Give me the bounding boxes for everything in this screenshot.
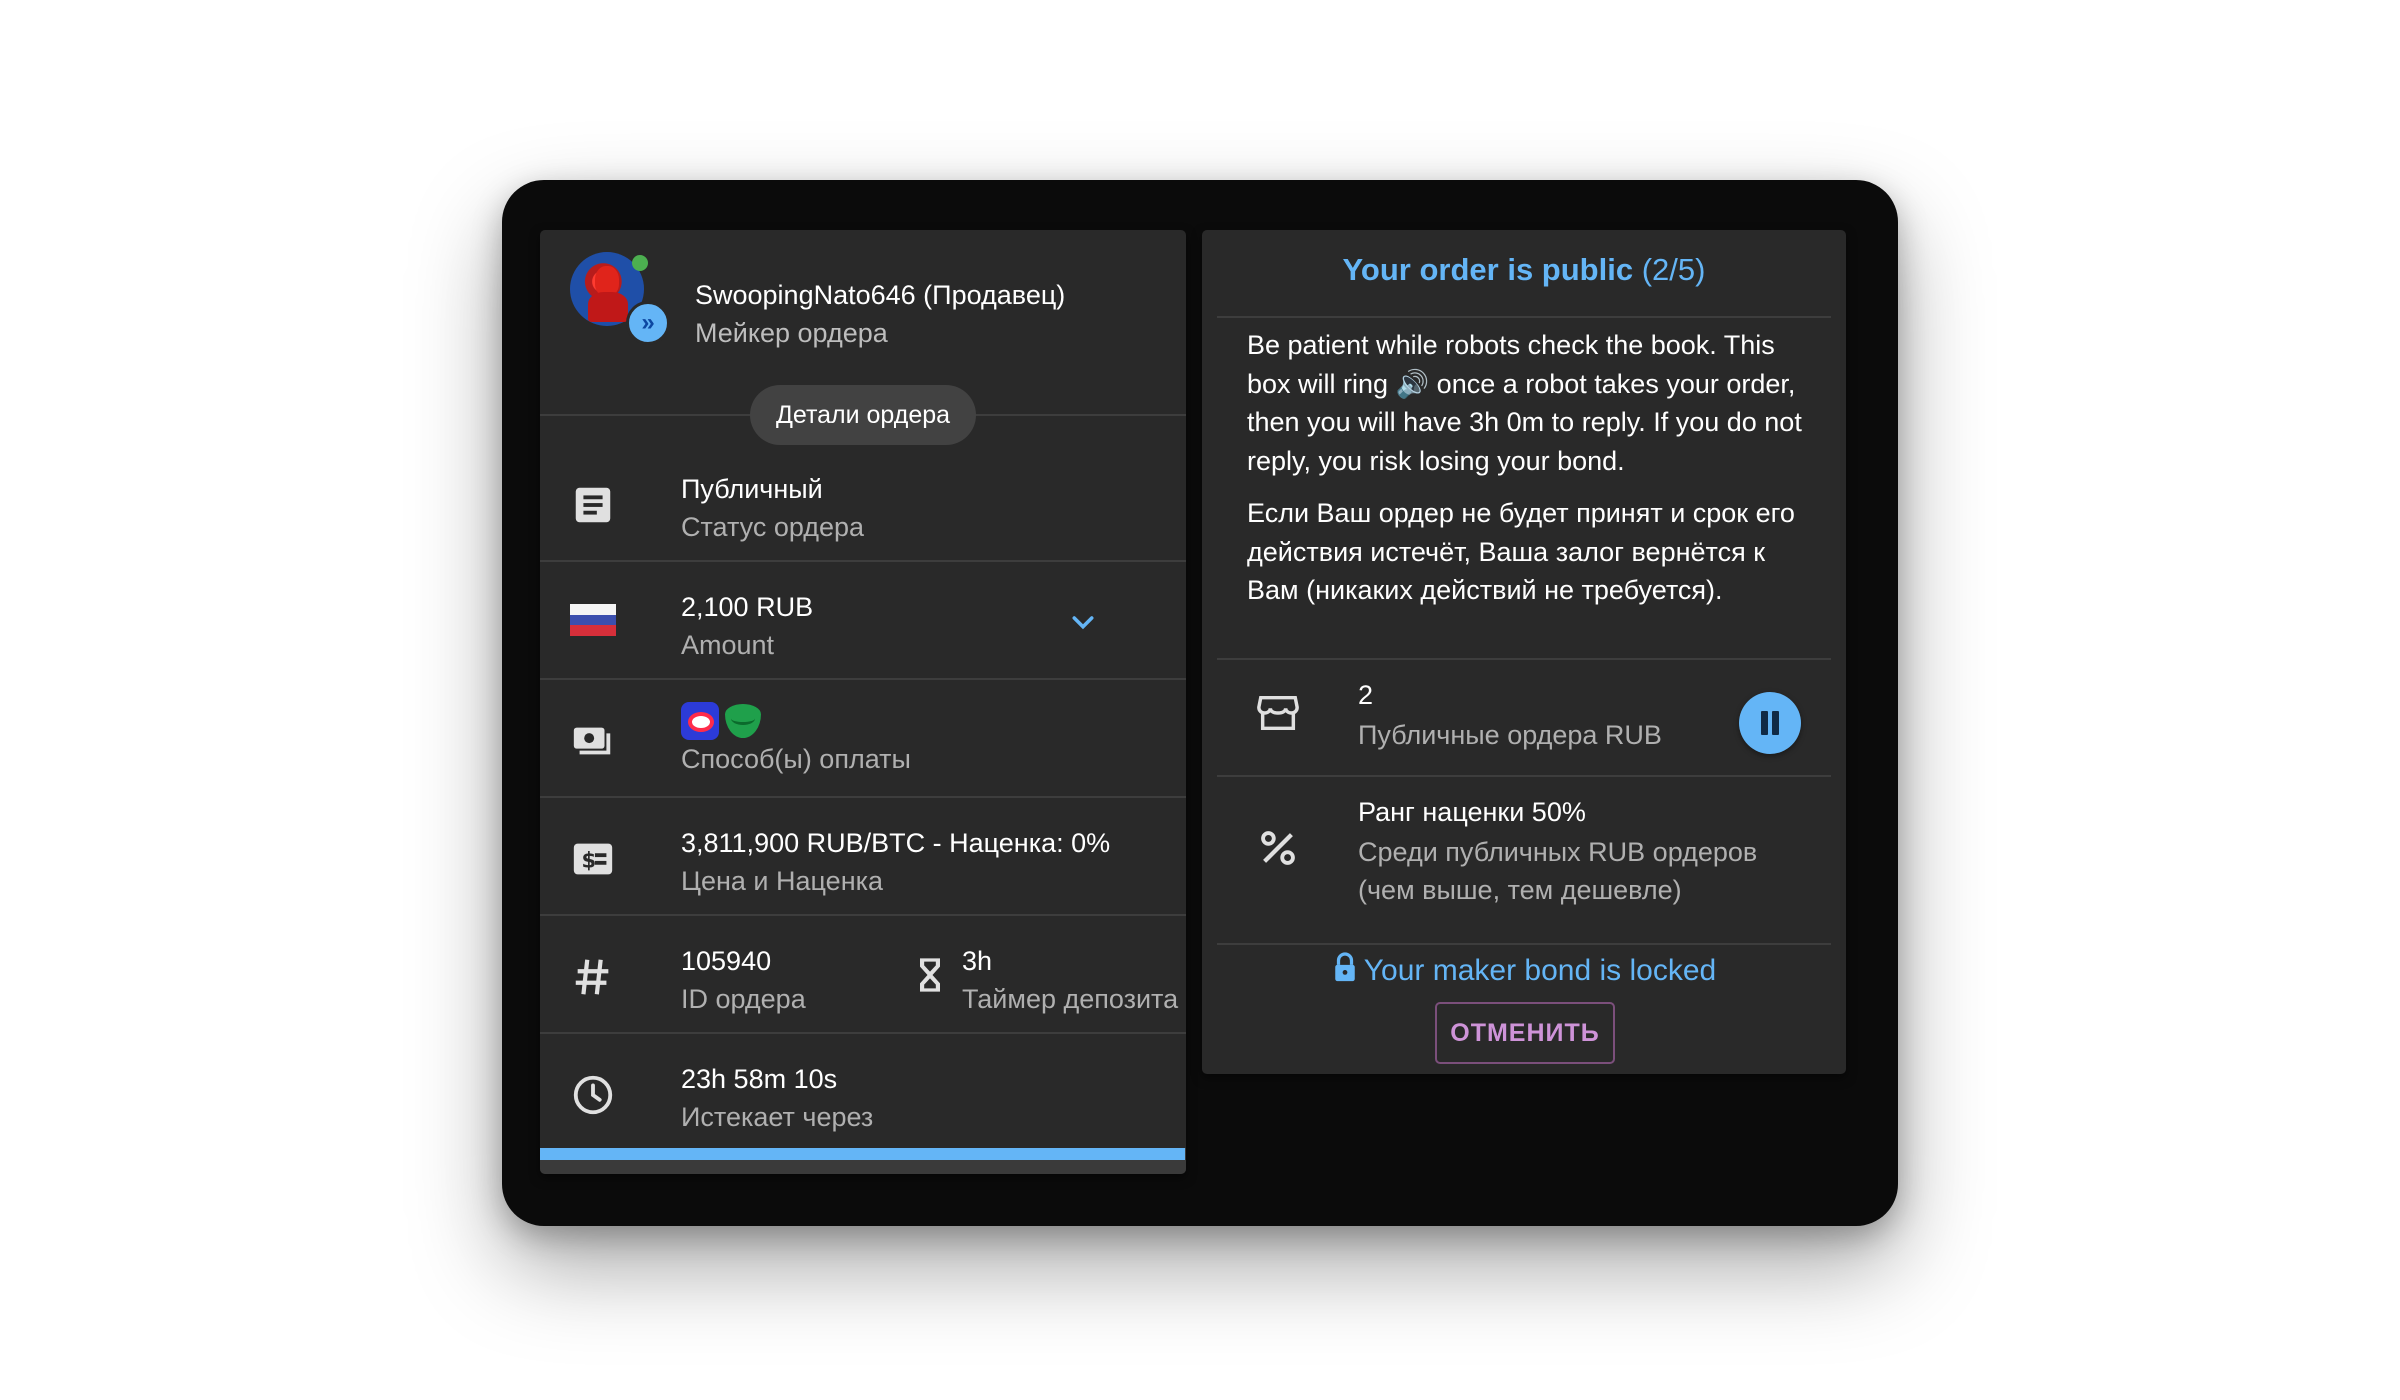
pause-order-button[interactable] <box>1739 692 1801 754</box>
order-status-row: Публичный Статус ордера <box>540 446 1186 562</box>
amount-value: 2,100 RUB <box>681 592 814 622</box>
order-status-value: Публичный <box>681 474 823 504</box>
svg-text:$: $ <box>582 848 597 873</box>
status-title-text: Your order is public <box>1342 252 1634 287</box>
storefront-icon <box>1257 695 1299 731</box>
public-orders-label: Публичные ордера RUB <box>1358 720 1662 750</box>
price-icon: $ <box>573 843 613 875</box>
order-details-chip: Детали ордера <box>750 385 976 445</box>
deposit-timer-label: Таймер депозита <box>962 984 1179 1014</box>
sberbank-icon <box>725 704 761 738</box>
maker-role: Мейкер ордера <box>695 318 888 348</box>
status-title: Your order is public (2/5) <box>1202 252 1846 288</box>
amount-label: Amount <box>681 630 775 660</box>
expires-value: 23h 58m 10s <box>681 1064 838 1094</box>
bond-status-text: Your maker bond is locked <box>1363 954 1717 987</box>
premium-rank-row: Ранг наценки 50% Среди публичных RUB орд… <box>1217 777 1831 937</box>
amount-row[interactable]: 2,100 RUB Amount <box>540 564 1186 680</box>
status-step: (2/5) <box>1641 252 1706 287</box>
public-orders-count: 2 <box>1358 680 1374 710</box>
payment-method-icons <box>681 702 771 740</box>
order-id-value: 105940 <box>681 946 772 976</box>
russia-flag-icon <box>570 604 616 636</box>
online-status-dot <box>632 255 648 271</box>
status-message-en: Be patient while robots check the book. … <box>1247 330 1802 476</box>
maker-nickname: SwoopingNato646 (Продавец) <box>695 280 1066 310</box>
status-message-ru: Если Ваш ордер не будет принят и срок ег… <box>1247 498 1795 605</box>
divider <box>1217 943 1831 945</box>
deposit-timer: 3h Таймер депозита <box>910 918 1180 1034</box>
chevron-down-icon[interactable] <box>1068 608 1098 638</box>
payment-methods-label: Способ(ы) оплаты <box>681 744 911 774</box>
clock-icon <box>573 1075 613 1115</box>
premium-rank-label: Среди публичных RUB ордеров <box>1358 837 1758 867</box>
order-id-row: 105940 ID ордера 3h Таймер депозита <box>540 918 1186 1034</box>
order-details-panel: » SwoopingNato646 (Продавец) Мейкер орде… <box>540 230 1186 1174</box>
divider <box>1217 316 1831 318</box>
payments-icon <box>573 727 611 755</box>
deposit-timer-value: 3h <box>962 946 993 976</box>
order-status-panel: Your order is public (2/5) Be patient wh… <box>1202 230 1846 1074</box>
lock-icon <box>1335 952 1355 982</box>
expiry-progress-bar <box>540 1148 1186 1160</box>
premium-rank-hint: (чем выше, тем дешевле) <box>1358 875 1682 905</box>
premium-rank-value: Ранг наценки 50% <box>1358 797 1586 827</box>
expires-label: Истекает через <box>681 1102 874 1132</box>
order-status-label: Статус ордера <box>681 512 865 542</box>
order-id-label: ID ордера <box>681 984 806 1014</box>
hash-icon <box>575 959 609 995</box>
percent-icon <box>1261 831 1295 865</box>
sell-direction-icon: » <box>626 301 670 345</box>
cancel-button[interactable]: ОТМЕНИТЬ <box>1435 1002 1615 1064</box>
price-label: Цена и Наценка <box>681 866 884 896</box>
article-icon <box>575 487 611 523</box>
bond-status: Your maker bond is locked <box>1202 951 1846 988</box>
price-row: $ 3,811,900 RUB/BTC - Наценка: 0% Цена и… <box>540 800 1186 916</box>
hourglass-icon <box>920 958 940 992</box>
expires-row: 23h 58m 10s Истекает через <box>540 1036 1186 1152</box>
payment-methods-row: Способ(ы) оплаты <box>540 682 1186 798</box>
price-value: 3,811,900 RUB/BTC - Наценка: 0% <box>681 828 1111 858</box>
mts-bank-icon <box>681 702 719 740</box>
